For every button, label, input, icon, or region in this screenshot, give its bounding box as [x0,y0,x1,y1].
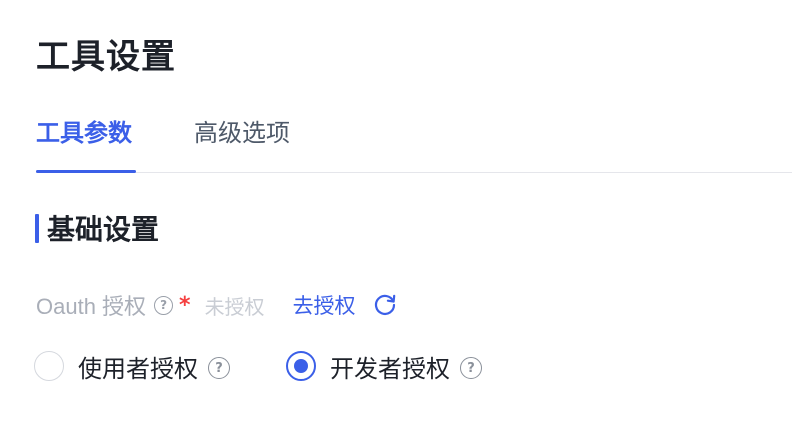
tab-tool-params[interactable]: 工具参数 [36,116,132,150]
oauth-status-text: 未授权 [204,294,265,319]
oauth-help-icon[interactable]: ? [154,295,174,315]
auth-mode-radio-group: 使用者授权 ? 开发者授权 ? [34,346,482,386]
radio-developer-auth-circle[interactable] [286,351,316,381]
oauth-field-row: Oauth 授权 ? * 未授权 去授权 [36,286,398,324]
radio-developer-auth-label[interactable]: 开发者授权 [330,349,450,384]
tool-settings-page: 工具设置 工具参数 高级选项 基础设置 Oauth 授权 ? * 未授权 去授权… [0,0,792,426]
section-title: 基础设置 [47,213,160,246]
section-accent-bar [35,214,39,243]
oauth-field-label: Oauth 授权 [36,294,147,319]
radio-user-auth-label[interactable]: 使用者授权 [78,349,198,384]
developer-auth-help-icon[interactable]: ? [460,357,482,379]
authorize-link[interactable]: 去授权 [293,290,356,320]
settings-tabs: 工具参数 高级选项 [36,112,792,173]
user-auth-help-icon[interactable]: ? [208,357,230,379]
radio-user-auth-circle[interactable] [34,351,64,381]
tab-advanced-options-label: 高级选项 [194,119,290,147]
refresh-icon-graphic [374,294,395,315]
refresh-icon[interactable] [372,292,398,318]
radio-developer-auth[interactable]: 开发者授权 ? [286,349,482,384]
page-title: 工具设置 [36,37,176,77]
required-asterisk: * [179,292,191,318]
active-tab-indicator [36,170,136,173]
tab-advanced-options[interactable]: 高级选项 [194,116,290,150]
radio-user-auth[interactable]: 使用者授权 ? [34,349,230,384]
tab-tool-params-label: 工具参数 [36,119,132,147]
